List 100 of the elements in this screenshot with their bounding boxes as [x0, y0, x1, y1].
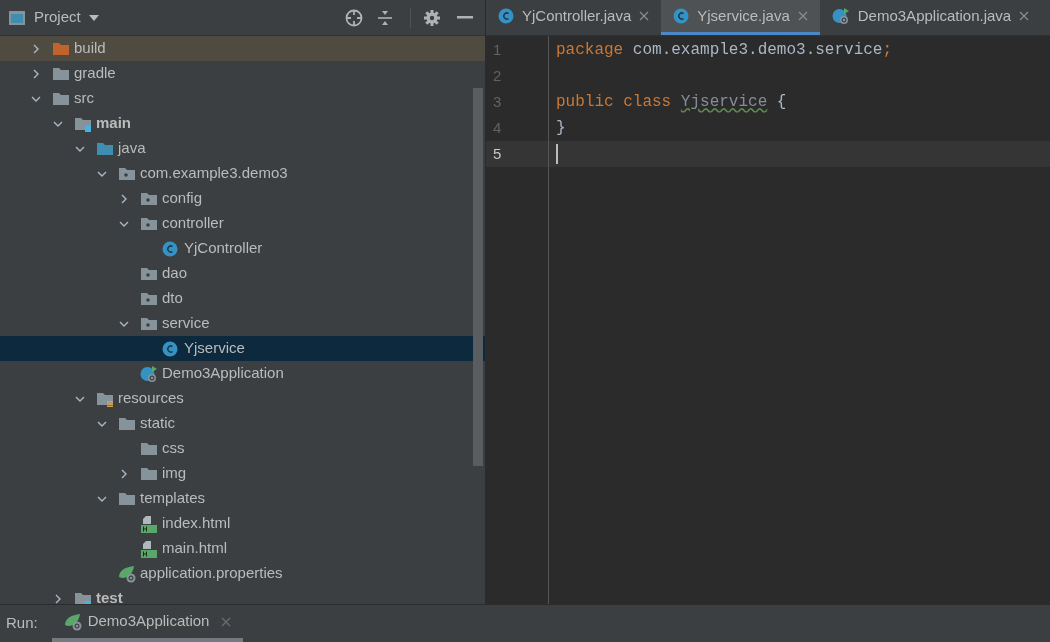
html-file-icon — [140, 514, 158, 533]
line-number: 1 — [493, 39, 502, 60]
spring-properties-icon — [118, 564, 138, 583]
package-folder-icon — [140, 265, 158, 282]
line-number: 3 — [493, 91, 502, 112]
tree-item[interactable]: build — [0, 36, 485, 61]
text-caret — [556, 144, 558, 164]
tree-item-label: controller — [162, 213, 224, 234]
tree-item[interactable]: css — [0, 436, 485, 461]
tree-item[interactable]: main.html — [0, 536, 485, 561]
tab-label: YjController.java — [522, 5, 632, 26]
package-folder-icon — [140, 315, 158, 332]
locate-icon[interactable] — [344, 7, 364, 28]
tree-item[interactable]: Demo3Application — [0, 361, 485, 386]
tree-item[interactable]: dao — [0, 261, 485, 286]
tree-item[interactable]: templates — [0, 486, 485, 511]
editor-tab[interactable]: Yjservice.java — [661, 0, 820, 35]
tree-item-label: css — [162, 438, 185, 459]
source-folder-icon — [74, 590, 92, 604]
tree-item-label: gradle — [74, 63, 116, 84]
folder-icon — [140, 465, 158, 482]
spring-class-icon — [831, 7, 850, 25]
scrollbar-thumb[interactable] — [473, 88, 483, 466]
tree-item[interactable]: java — [0, 136, 485, 161]
editor-tab[interactable]: YjController.java — [486, 0, 662, 35]
folder-icon — [52, 90, 70, 107]
tree-item-label: src — [74, 88, 94, 109]
tree-item[interactable]: com.example3.demo3 — [0, 161, 485, 186]
tree-item[interactable]: Yjservice — [0, 336, 485, 361]
tree-item[interactable]: resources — [0, 386, 485, 411]
tree-item-label: Yjservice — [184, 338, 245, 359]
tree-item-label: service — [162, 313, 210, 334]
run-label: Run: — [6, 613, 38, 634]
editor-tab[interactable]: Demo3Application.java — [819, 0, 1042, 35]
tree-item-label: index.html — [162, 513, 231, 534]
html-file-icon — [140, 539, 158, 558]
folder-icon — [52, 65, 70, 82]
tree-item-label: java — [118, 138, 146, 159]
close-icon[interactable] — [1019, 11, 1030, 21]
spring-properties-icon — [63, 612, 84, 631]
tree-item[interactable]: application.properties — [0, 561, 485, 586]
tree-item[interactable]: src — [0, 86, 485, 111]
folder-icon — [96, 140, 114, 157]
line-number: 5 — [493, 143, 502, 164]
tree-item[interactable]: config — [0, 186, 485, 211]
tree-item-label: main — [96, 113, 131, 134]
folder-icon — [140, 440, 158, 457]
class-icon — [498, 8, 514, 24]
tree-item[interactable]: gradle — [0, 61, 485, 86]
source-folder-icon — [74, 115, 92, 132]
tree-item-label: build — [74, 38, 106, 59]
tree-item-label: dao — [162, 263, 188, 284]
tree-item[interactable]: dto — [0, 286, 485, 311]
tree-item[interactable]: service — [0, 311, 485, 336]
class-icon — [162, 240, 178, 257]
tree-item-label: templates — [140, 488, 206, 509]
code-editor[interactable]: 1 package com.example3.demo3.service; 2 3 public class Yjservice { 4 } 5 — [486, 36, 1050, 604]
run-tab[interactable]: Demo3Application — [51, 605, 244, 642]
tree-item-label: resources — [118, 388, 184, 409]
folder-icon — [52, 40, 70, 57]
package-folder-icon — [118, 165, 136, 182]
tab-label: Yjservice.java — [697, 5, 790, 26]
package-folder-icon — [140, 190, 158, 207]
window-icon — [8, 9, 26, 26]
tree-item-label: com.example3.demo3 — [140, 163, 288, 184]
collapse-all-icon[interactable] — [376, 8, 394, 27]
minimize-icon[interactable] — [457, 15, 473, 20]
tree-item[interactable]: YjController — [0, 236, 485, 261]
tree-item-label: Demo3Application — [162, 363, 284, 384]
class-icon — [673, 8, 690, 24]
resources-folder-icon — [96, 390, 114, 407]
line-number: 2 — [493, 65, 502, 86]
settings-icon[interactable] — [423, 8, 441, 27]
tree-item[interactable]: main — [0, 111, 485, 136]
tree-item[interactable]: static — [0, 411, 485, 436]
spring-class-icon — [140, 364, 158, 383]
tree-item-label: img — [162, 463, 187, 484]
class-icon — [162, 340, 178, 357]
tree-item-label: config — [162, 188, 203, 209]
tree-item[interactable]: controller — [0, 211, 485, 236]
line-number: 4 — [493, 117, 502, 138]
run-tab-label: Demo3Application — [87, 611, 210, 632]
tree-item-label: main.html — [162, 538, 228, 559]
tab-label: Demo3Application.java — [857, 5, 1012, 26]
code-line: package com.example3.demo3.service; — [556, 40, 893, 61]
dropdown-caret-icon[interactable] — [88, 13, 99, 22]
code-line: } — [556, 118, 566, 139]
project-view-dropdown[interactable]: Project — [34, 6, 99, 29]
package-folder-icon — [140, 290, 158, 307]
tree-item-label: static — [140, 413, 175, 434]
tree-item[interactable]: test — [0, 586, 485, 604]
tree-item-label: test — [96, 588, 123, 604]
tree-item-label: application.properties — [140, 563, 283, 584]
code-line: public class Yjservice { — [556, 92, 787, 113]
tree-item[interactable]: index.html — [0, 511, 485, 536]
tree-item[interactable]: img — [0, 461, 485, 486]
tree-item-label: YjController — [184, 238, 263, 259]
close-icon[interactable] — [639, 11, 650, 21]
folder-icon — [118, 490, 136, 507]
tree-item-label: dto — [162, 288, 183, 309]
